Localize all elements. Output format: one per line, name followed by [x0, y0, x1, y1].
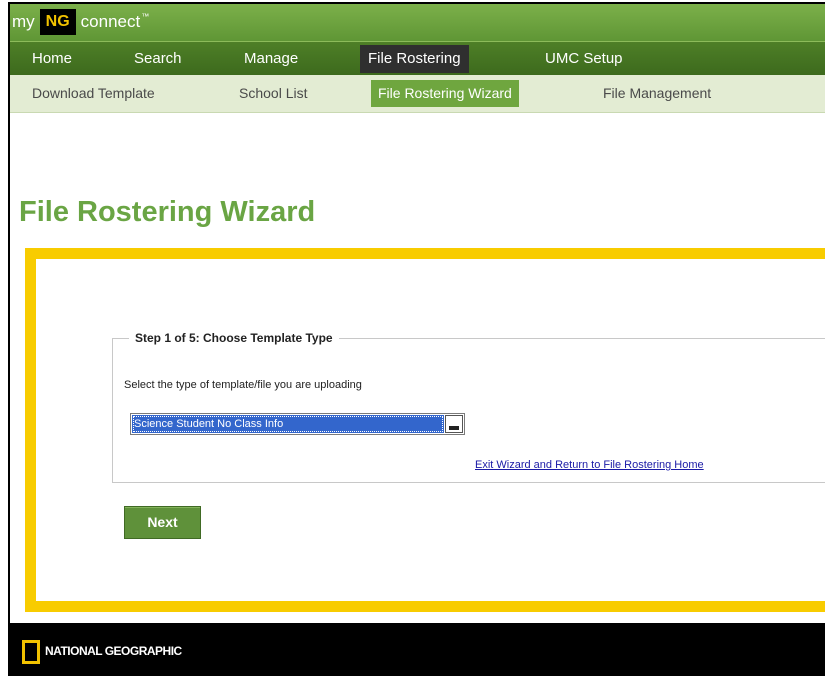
next-button[interactable]: Next [124, 506, 201, 539]
subnav-file-rostering-wizard[interactable]: File Rostering Wizard [371, 80, 519, 107]
nav-file-rostering[interactable]: File Rostering [360, 45, 469, 73]
subnav-file-management[interactable]: File Management [596, 80, 718, 107]
myngconnect-logo[interactable]: my NG connect ™ [12, 9, 149, 35]
subnav-school-list[interactable]: School List [232, 80, 314, 107]
step-legend: Step 1 of 5: Choose Template Type [135, 331, 333, 345]
national-geographic-border-icon [22, 640, 40, 664]
exit-wizard-link[interactable]: Exit Wizard and Return to File Rostering… [475, 459, 704, 471]
nav-home[interactable]: Home [24, 45, 80, 73]
template-type-selected-value: Science Student No Class Info [132, 415, 444, 433]
footer-brand: NATIONAL GEOGRAPHIC [45, 644, 182, 658]
dropdown-arrow-icon[interactable] [445, 415, 463, 433]
sub-nav: Download Template School List File Roste… [10, 75, 825, 113]
subnav-download-template[interactable]: Download Template [25, 80, 162, 107]
nav-search[interactable]: Search [126, 45, 190, 73]
nav-umc-setup[interactable]: UMC Setup [537, 45, 631, 73]
template-type-select[interactable]: Science Student No Class Info [130, 413, 465, 435]
wizard-container: Step 1 of 5: Choose Template Type Select… [25, 248, 825, 612]
step-fieldset: Step 1 of 5: Choose Template Type Select… [112, 331, 825, 483]
nav-manage[interactable]: Manage [236, 45, 306, 73]
logo-connect: connect [80, 12, 141, 31]
brand-bar: my NG connect ™ [10, 4, 825, 41]
page-title: File Rostering Wizard [19, 196, 316, 228]
app-window: my NG connect ™ Home Search Manage File … [8, 2, 825, 676]
logo-trademark: ™ [141, 11, 150, 21]
footer: NATIONAL GEOGRAPHIC [10, 623, 825, 674]
main-nav: Home Search Manage File Rostering UMC Se… [10, 41, 825, 75]
template-type-prompt: Select the type of template/file you are… [124, 379, 362, 391]
logo-ng: NG [39, 9, 76, 35]
logo-my: my [12, 12, 35, 31]
